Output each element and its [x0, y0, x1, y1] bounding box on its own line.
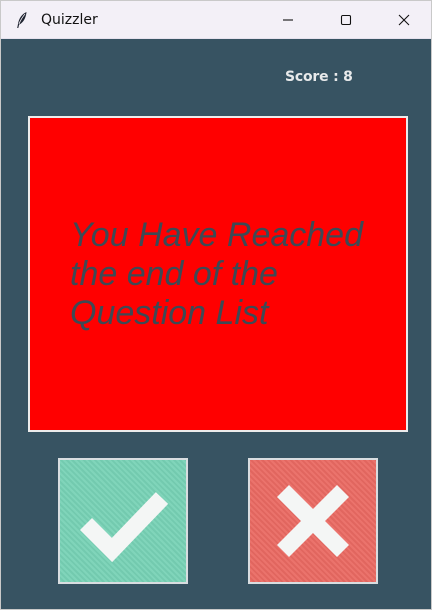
window-title: Quizzler	[41, 11, 98, 28]
question-card: You Have Reached the end of the Question…	[28, 116, 408, 432]
minimize-icon	[283, 19, 293, 21]
question-text: You Have Reached the end of the Question…	[70, 216, 363, 332]
maximize-icon	[340, 14, 352, 26]
false-button[interactable]	[248, 458, 378, 584]
checkmark-icon	[79, 492, 169, 563]
quiz-canvas: Score : 8 You Have Reached the end of th…	[1, 39, 431, 609]
minimize-button[interactable]	[259, 1, 317, 39]
true-button[interactable]	[58, 458, 188, 584]
title-bar[interactable]: Quizzler	[1, 1, 431, 39]
close-icon	[398, 14, 410, 26]
close-button[interactable]	[375, 1, 431, 39]
window-controls	[259, 1, 431, 39]
score-label: Score : 8	[285, 69, 353, 85]
app-window: Quizzler Score : 8 You Have Reached the …	[0, 0, 432, 610]
cross-icon	[276, 484, 350, 558]
maximize-button[interactable]	[317, 1, 375, 39]
feather-icon	[13, 11, 31, 29]
